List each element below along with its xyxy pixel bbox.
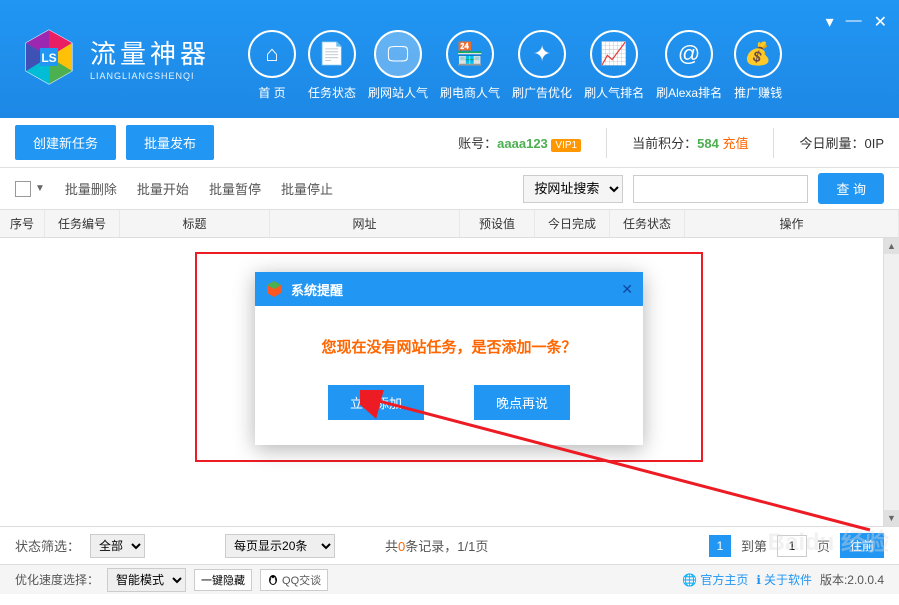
col-status: 任务状态 [610, 210, 685, 237]
batch-publish-button[interactable]: 批量发布 [126, 125, 214, 160]
search-type-select[interactable]: 按网址搜索 [523, 175, 623, 203]
dialog-confirm-button[interactable]: 立即添加 [328, 385, 424, 420]
col-url: 网址 [270, 210, 460, 237]
hide-button[interactable]: 一键隐藏 [194, 569, 252, 591]
records-info: 共0条记录，1/1页 [385, 536, 488, 555]
system-reminder-dialog: 系统提醒 ✕ 您现在没有网站任务，是否添加一条？ 立即添加 晚点再说 [255, 272, 643, 445]
close-icon[interactable]: ✕ [874, 12, 887, 32]
svg-text:LS: LS [41, 51, 56, 65]
recharge-link[interactable]: 充值 [722, 136, 748, 151]
nav-alexa[interactable]: @刷Alexa排名 [656, 30, 722, 101]
goto-page-button[interactable]: 往前 [840, 533, 884, 558]
col-today: 今日完成 [535, 210, 610, 237]
col-op: 操作 [685, 210, 899, 237]
app-logo-icon: LS [20, 28, 78, 86]
batch-delete-link[interactable]: 批量删除 [57, 179, 125, 198]
qq-chat-button[interactable]: QQ交谈 [260, 569, 328, 591]
footer-bar: 优化速度选择： 智能模式 一键隐藏 QQ交谈 🌐官方主页 ℹ关于软件 版本:2.… [0, 564, 899, 594]
account-label: 账号：aaaa123 VIP1 [458, 133, 581, 152]
search-input[interactable] [633, 175, 808, 203]
col-tasknum: 任务编号 [45, 210, 120, 237]
select-all-checkbox[interactable] [15, 181, 31, 197]
app-subtitle: LIANGLIANGSHENQI [90, 71, 210, 81]
batch-start-link[interactable]: 批量开始 [129, 179, 197, 198]
query-button[interactable]: 查 询 [818, 173, 884, 204]
pagination-bar: 状态筛选： 全部 每页显示20条 共0条记录，1/1页 1 到第 页 往前 [0, 526, 899, 564]
nav-ad-optimize[interactable]: ✦刷广告优化 [512, 30, 572, 101]
col-preset: 预设值 [460, 210, 535, 237]
per-page-select[interactable]: 每页显示20条 [225, 534, 335, 558]
points-label: 当前积分：584 充值 [632, 133, 748, 152]
window-menu-icon[interactable]: ▾ [826, 12, 834, 32]
col-seq: 序号 [0, 210, 45, 237]
about-link[interactable]: ℹ关于软件 [756, 571, 812, 588]
select-dropdown-icon[interactable]: ▼ [35, 183, 45, 194]
action-bar: ▼ 批量删除 批量开始 批量暂停 批量停止 按网址搜索 查 询 [0, 168, 899, 210]
page-number[interactable]: 1 [709, 535, 731, 557]
minimize-icon[interactable]: — [846, 12, 862, 32]
goto-page-input[interactable] [777, 535, 807, 557]
speed-label: 优化速度选择： [15, 571, 99, 588]
qq-penguin-icon [267, 574, 279, 586]
new-task-button[interactable]: 创建新任务 [15, 125, 116, 160]
nav-website-traffic[interactable]: 🖵刷网站人气 [368, 30, 428, 101]
official-site-link[interactable]: 🌐官方主页 [682, 571, 748, 588]
today-count: 今日刷量：0IP [799, 133, 884, 152]
scroll-up-icon[interactable]: ▲ [884, 238, 899, 254]
col-title: 标题 [120, 210, 270, 237]
table-header: 序号 任务编号 标题 网址 预设值 今日完成 任务状态 操作 [0, 210, 899, 238]
batch-stop-link[interactable]: 批量停止 [273, 179, 341, 198]
main-nav: ⌂首 页 📄任务状态 🖵刷网站人气 🏪刷电商人气 ✦刷广告优化 📈刷人气排名 @… [248, 30, 782, 101]
speed-mode-select[interactable]: 智能模式 [107, 568, 186, 592]
version-info: 版本:2.0.0.4 [820, 571, 884, 588]
dialog-message: 您现在没有网站任务，是否添加一条？ [275, 336, 623, 357]
dialog-cancel-button[interactable]: 晚点再说 [474, 385, 570, 420]
dialog-close-button[interactable]: ✕ [621, 281, 633, 298]
batch-pause-link[interactable]: 批量暂停 [201, 179, 269, 198]
dialog-logo-icon [265, 280, 283, 298]
scroll-down-icon[interactable]: ▼ [884, 510, 899, 526]
toolbar: 创建新任务 批量发布 账号：aaaa123 VIP1 当前积分：584 充值 今… [0, 118, 899, 168]
nav-home[interactable]: ⌂首 页 [248, 30, 296, 101]
app-header: ▾ — ✕ LS 流量神器 LIANGLIANGSHENQI ⌂首 页 📄任务状… [0, 0, 899, 118]
status-filter-select[interactable]: 全部 [90, 534, 145, 558]
vertical-scrollbar[interactable]: ▲ ▼ [883, 238, 899, 526]
dialog-title: 系统提醒 [291, 280, 621, 299]
nav-ecommerce[interactable]: 🏪刷电商人气 [440, 30, 500, 101]
nav-ranking[interactable]: 📈刷人气排名 [584, 30, 644, 101]
nav-task-status[interactable]: 📄任务状态 [308, 30, 356, 101]
status-filter-label: 状态筛选： [15, 536, 80, 555]
app-title: 流量神器 [90, 34, 210, 71]
nav-promote[interactable]: 💰推广赚钱 [734, 30, 782, 101]
